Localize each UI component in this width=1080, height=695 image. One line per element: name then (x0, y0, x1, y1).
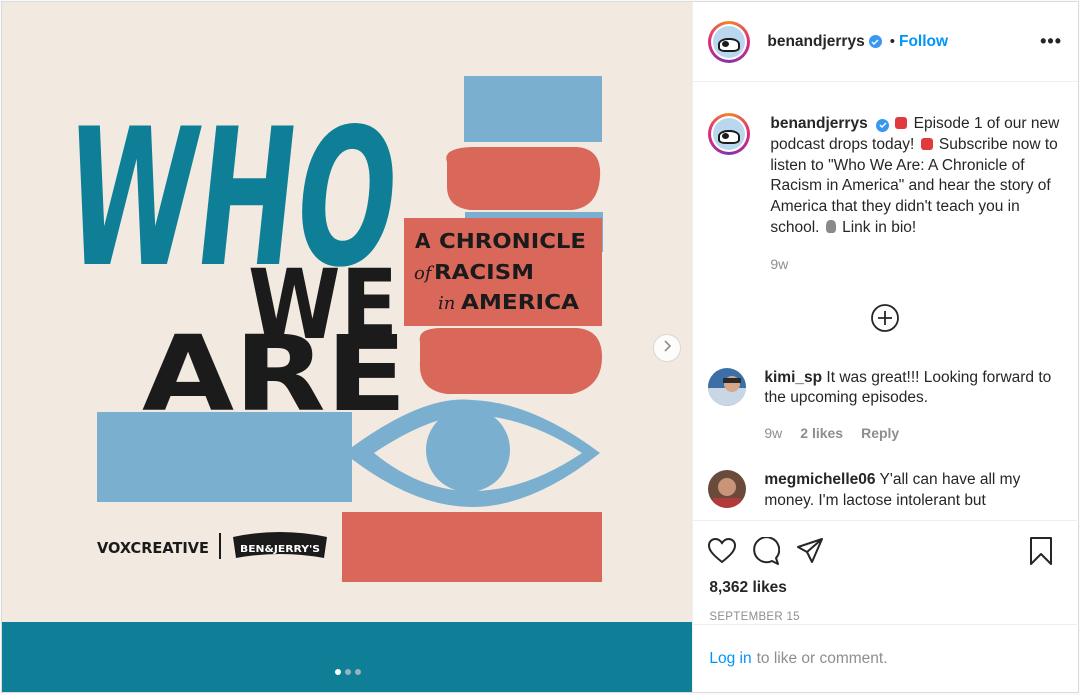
header-separator: • (889, 33, 895, 50)
header-username[interactable]: benandjerrys (767, 33, 864, 51)
login-prompt-text: to like or comment. (756, 649, 888, 667)
caption-username[interactable]: benandjerrys (770, 115, 867, 132)
heart-icon[interactable] (702, 535, 742, 567)
verified-badge-icon (876, 118, 890, 132)
bookmark-icon[interactable] (1021, 535, 1061, 567)
title-are: ARE (142, 313, 407, 435)
post-date: SEPTEMBER 15 (709, 611, 800, 623)
chevron-right-icon (662, 339, 672, 357)
carousel-indicators (335, 669, 361, 675)
media-bottom-strip (2, 622, 693, 692)
comments-section[interactable]: benandjerrys Episode 1 of our new podcas… (693, 83, 1077, 519)
carousel-dot (335, 669, 341, 675)
instagram-post: WHO WE ARE A CHRONICLE of RACISM in AMER… (1, 1, 1079, 693)
comment-avatar[interactable] (708, 367, 747, 406)
caption-avatar[interactable] (708, 113, 751, 155)
comment-avatar[interactable] (708, 469, 747, 508)
comment-item: megmichelle06 Y'all can have all my mone… (693, 469, 1077, 512)
caption: benandjerrys Episode 1 of our new podcas… (693, 83, 1077, 275)
subtitle-america: AMERICA (461, 290, 580, 314)
reply-button[interactable]: Reply (861, 423, 899, 444)
comment-username[interactable]: megmichelle06 (764, 471, 875, 488)
comment-item: kimi_sp It was great!!! Looking forward … (693, 367, 1077, 444)
login-link[interactable]: Log in (709, 650, 751, 668)
caption-text-3: Link in bio! (842, 218, 917, 236)
subtitle-chronicle: CHRONICLE (439, 229, 586, 253)
caption-time: 9w (770, 255, 789, 272)
podcast-artwork: WHO WE ARE A CHRONICLE of RACISM in AMER… (2, 2, 693, 622)
carousel-dot (345, 669, 351, 675)
comment-username[interactable]: kimi_sp (764, 369, 822, 386)
carousel-next-button[interactable] (653, 334, 681, 362)
follow-button[interactable]: Follow (899, 33, 948, 51)
share-icon[interactable] (790, 535, 830, 567)
likes-count[interactable]: 8,362 likes (693, 567, 1077, 597)
more-options-icon[interactable]: ••• (1040, 31, 1062, 52)
brand-benjerrys: BEN&JERRY'S (240, 544, 320, 555)
verified-badge-icon (868, 35, 882, 48)
subtitle-a: A (415, 229, 431, 253)
subtitle-in: in (438, 293, 455, 314)
siren-emoji-icon (920, 137, 933, 150)
comment-likes[interactable]: 2 likes (800, 423, 843, 444)
profile-avatar[interactable] (708, 20, 751, 63)
comment-time: 9w (764, 425, 783, 442)
siren-emoji-icon (895, 117, 908, 129)
brand-voxcreative: VOXCREATIVE (97, 539, 209, 557)
comment-icon[interactable] (746, 535, 786, 567)
ben-and-jerrys-logo: BEN&JERRY'S (233, 532, 327, 558)
post-sidebar: benandjerrys • Follow ••• benandjerrys E… (692, 2, 1078, 692)
pointing-hand-emoji-icon (825, 219, 836, 233)
load-more-comments-icon[interactable] (870, 303, 900, 338)
post-header: benandjerrys • Follow ••• (693, 2, 1078, 82)
post-media[interactable]: WHO WE ARE A CHRONICLE of RACISM in AMER… (2, 2, 693, 692)
login-prompt: Log in to like or comment. (693, 624, 1078, 692)
carousel-dot (355, 669, 361, 675)
post-actions: 8,362 likes SEPTEMBER 15 (693, 520, 1078, 623)
subtitle-racism: RACISM (434, 260, 534, 284)
